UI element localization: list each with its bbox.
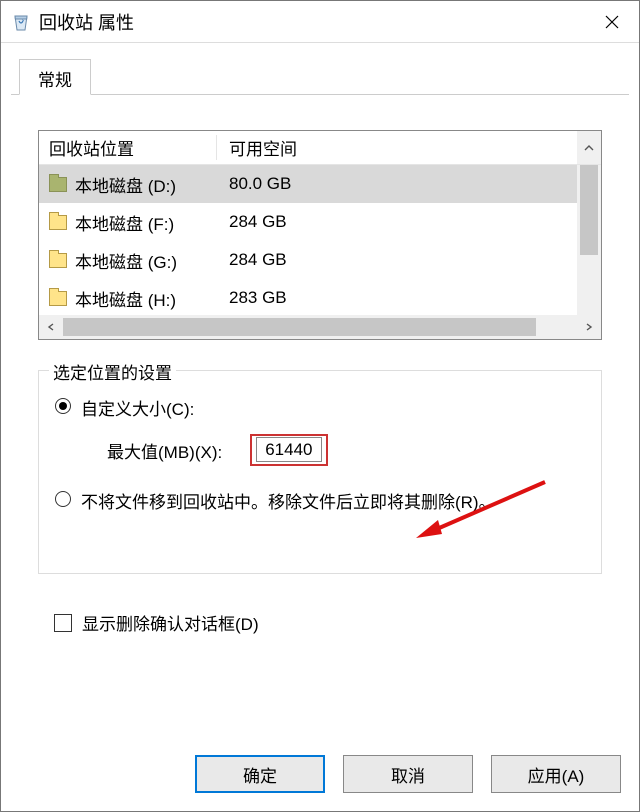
space-cell: 80.0 GB [217, 174, 601, 194]
folder-icon [49, 215, 67, 230]
location-cell: 本地磁盘 (D:) [39, 172, 217, 197]
confirm-checkbox[interactable] [54, 614, 72, 632]
drive-name: 本地磁盘 (D:) [75, 172, 176, 197]
cancel-button[interactable]: 取消 [343, 755, 473, 793]
drive-name: 本地磁盘 (H:) [75, 286, 176, 311]
close-button[interactable] [585, 1, 639, 43]
hscroll-track [63, 315, 577, 339]
titlebar-left: 回收站 属性 [11, 9, 134, 35]
tab-baseline [11, 94, 629, 95]
location-cell: 本地磁盘 (F:) [39, 210, 217, 235]
ok-button[interactable]: 确定 [195, 755, 325, 793]
confirm-checkbox-row[interactable]: 显示删除确认对话框(D) [54, 610, 259, 635]
close-icon [605, 15, 619, 29]
chevron-left-icon [47, 323, 55, 331]
max-size-label: 最大值(MB)(X): [107, 438, 222, 463]
dialog-footer: 确定 取消 应用(A) [1, 737, 639, 811]
ok-button-label: 确定 [243, 762, 277, 787]
chevron-right-icon [585, 323, 593, 331]
space-cell: 284 GB [217, 250, 601, 270]
table-row[interactable]: 本地磁盘 (G:) 284 GB [39, 241, 601, 279]
settings-groupbox: 选定位置的设置 自定义大小(C): 最大值(MB)(X): 61440 不将文件… [38, 370, 602, 574]
radio-custom-size-row[interactable]: 自定义大小(C): [55, 395, 601, 420]
groupbox-legend: 选定位置的设置 [49, 359, 176, 384]
location-cell: 本地磁盘 (H:) [39, 286, 217, 311]
window-title: 回收站 属性 [39, 9, 134, 35]
radio-no-recycle[interactable] [55, 491, 71, 507]
confirm-checkbox-label: 显示删除确认对话框(D) [82, 610, 259, 635]
max-size-highlight: 61440 [250, 434, 327, 466]
drive-name: 本地磁盘 (G:) [75, 248, 177, 273]
recycle-bin-icon [11, 12, 31, 32]
vertical-scroll-thumb[interactable] [580, 165, 598, 255]
cancel-button-label: 取消 [391, 762, 425, 787]
tab-general-label: 常规 [38, 71, 72, 90]
location-listview[interactable]: 回收站位置 可用空间 本地磁盘 (D:) 80.0 GB 本地磁盘 (F:) 284 … [38, 130, 602, 340]
radio-custom-size-label: 自定义大小(C): [81, 395, 194, 420]
max-size-row: 最大值(MB)(X): 61440 [107, 434, 601, 466]
folder-icon [49, 291, 67, 306]
recycle-bin-properties-window: 回收站 属性 常规 回收站位置 可用空间 本地 [0, 0, 640, 812]
radio-custom-size[interactable] [55, 398, 71, 414]
radio-no-recycle-label: 不将文件移到回收站中。移除文件后立即将其删除(R)。 [81, 488, 496, 513]
header-location[interactable]: 回收站位置 [39, 135, 217, 160]
folder-icon [49, 253, 67, 268]
scroll-right-button[interactable] [577, 320, 601, 334]
apply-button[interactable]: 应用(A) [491, 755, 621, 793]
max-size-input[interactable]: 61440 [256, 437, 321, 462]
tab-general[interactable]: 常规 [19, 59, 91, 95]
space-cell: 284 GB [217, 212, 601, 232]
listview-header: 回收站位置 可用空间 [39, 131, 601, 165]
titlebar: 回收站 属性 [1, 1, 639, 43]
tab-strip: 常规 回收站位置 可用空间 本地磁盘 (D:)80.0 GB本地磁盘 (F:)2… [1, 59, 639, 99]
drive-name: 本地磁盘 (F:) [75, 210, 174, 235]
scroll-left-button[interactable] [39, 320, 63, 334]
apply-button-label: 应用(A) [528, 762, 585, 787]
scroll-up-button[interactable] [577, 131, 601, 164]
location-cell: 本地磁盘 (G:) [39, 248, 217, 273]
table-row[interactable]: 本地磁盘 (F:) 284 GB [39, 203, 601, 241]
horizontal-scroll-thumb[interactable] [63, 318, 536, 336]
vertical-scrollbar[interactable] [577, 165, 601, 315]
listview-body: 本地磁盘 (D:)80.0 GB本地磁盘 (F:)284 GB本地磁盘 (G:)… [39, 165, 601, 315]
table-row[interactable]: 本地磁盘 (H:) 283 GB [39, 279, 601, 315]
radio-no-recycle-row[interactable]: 不将文件移到回收站中。移除文件后立即将其删除(R)。 [55, 488, 601, 513]
folder-icon [49, 177, 67, 192]
horizontal-scrollbar[interactable] [39, 315, 601, 339]
chevron-up-icon [584, 143, 594, 153]
header-space[interactable]: 可用空间 [217, 135, 577, 160]
table-row[interactable]: 本地磁盘 (D:) 80.0 GB [39, 165, 601, 203]
space-cell: 283 GB [217, 288, 601, 308]
